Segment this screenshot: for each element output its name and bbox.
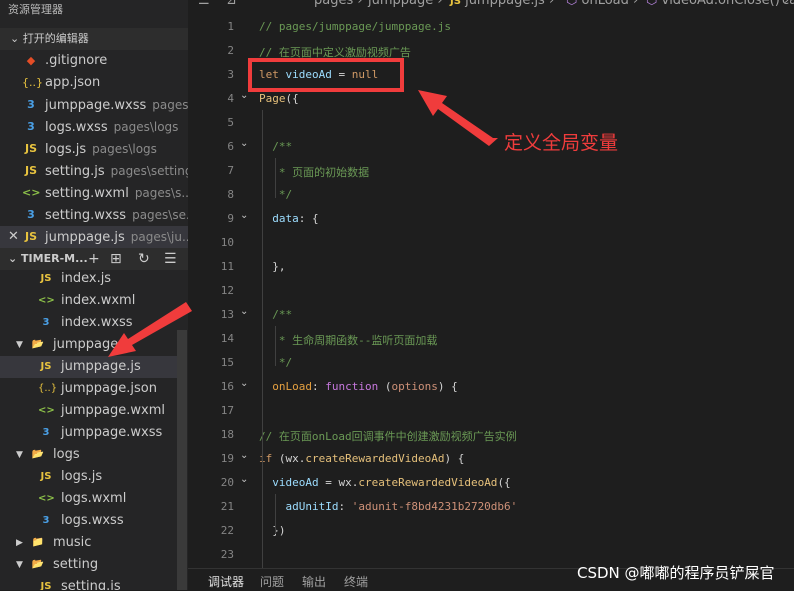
annotation-arrows [108, 90, 498, 357]
tab-problems[interactable]: 问题 [260, 573, 284, 590]
tab-debugger[interactable]: 调试器 [208, 573, 244, 590]
arrow-to-variable [418, 90, 498, 146]
watermark: CSDN @嘟嘟的程序员铲屎官 [577, 564, 775, 582]
tab-terminal[interactable]: 终端 [344, 573, 368, 590]
annotation-label: 定义全局变量 [504, 132, 619, 154]
tab-output[interactable]: 输出 [302, 573, 326, 590]
arrow-to-file [108, 302, 192, 357]
